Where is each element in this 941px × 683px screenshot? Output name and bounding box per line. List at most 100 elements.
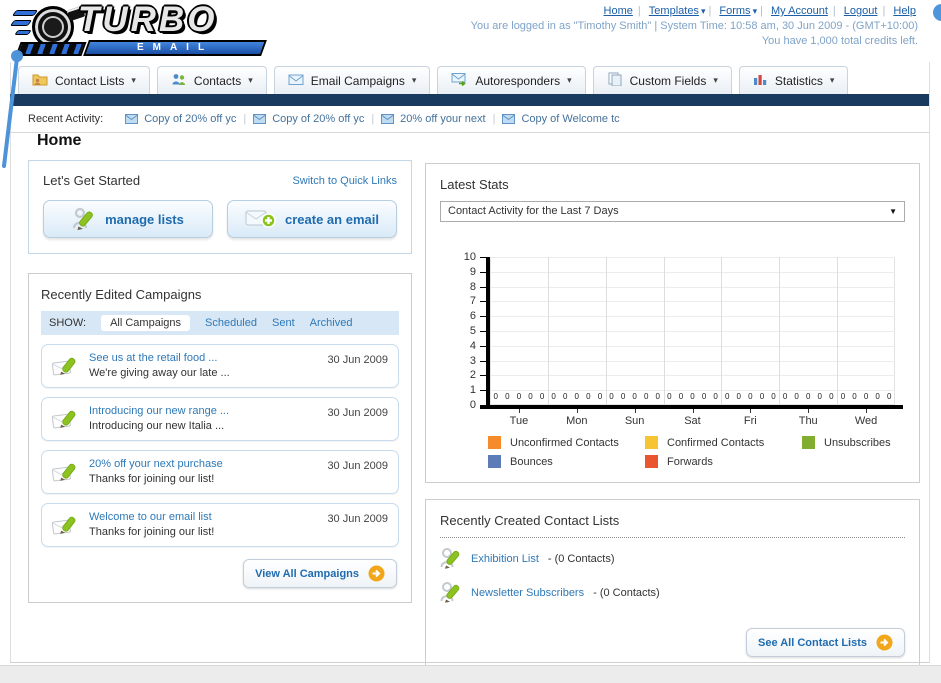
- chart-value-label: 0: [574, 392, 579, 401]
- chart-gridline: [837, 257, 839, 405]
- chart-y-tick: [480, 301, 486, 303]
- person-pencil-icon: [440, 548, 460, 569]
- chart-value-label: 0: [852, 392, 857, 401]
- campaign-link[interactable]: See us at the retail food ...: [89, 351, 230, 366]
- chart-gridline: [490, 271, 895, 273]
- nav-separator: |: [637, 5, 641, 17]
- top-nav-my-account[interactable]: My Account: [771, 5, 828, 17]
- chart-y-tick: [480, 331, 486, 332]
- tab-contacts[interactable]: Contacts ▾: [156, 66, 267, 94]
- top-nav-help[interactable]: Help: [893, 5, 916, 17]
- campaign-row[interactable]: See us at the retail food ... We're givi…: [41, 344, 399, 388]
- chevron-down-icon: ▾: [411, 75, 417, 85]
- chart-value-label: 0: [655, 392, 660, 401]
- recent-activity-link[interactable]: Copy of Welcome tc: [502, 113, 620, 125]
- chevron-down-icon: ▾: [567, 75, 572, 85]
- chevron-down-icon: ▾: [248, 75, 253, 85]
- tab-email-campaigns[interactable]: Email Campaigns ▾: [273, 66, 431, 94]
- see-all-contact-lists-button[interactable]: See All Contact Lists: [745, 628, 905, 657]
- chart-value-label: 0: [736, 392, 741, 401]
- view-all-campaigns-label: View All Campaigns: [255, 567, 359, 580]
- logo-title: TURBO: [78, 0, 218, 39]
- view-all-campaigns-button[interactable]: View All Campaigns: [243, 559, 397, 588]
- app-logo: TURBO EMAIL: [9, 0, 280, 60]
- campaign-link[interactable]: 20% off your next purchase: [89, 457, 223, 472]
- chart-y-tick: [480, 360, 486, 362]
- chart-gridline: [490, 345, 895, 347]
- contact-list-item: Exhibition List - (0 Contacts): [440, 546, 905, 572]
- person-pencil-icon: [440, 582, 460, 603]
- recent-activity-link[interactable]: Copy of 20% off yc: [253, 113, 364, 125]
- chart-y-tick-label: 7: [469, 295, 476, 308]
- chart-y-tick-label: 3: [469, 354, 476, 367]
- dropdown-caret-icon: ▾: [752, 6, 758, 16]
- campaign-date: 30 Jun 2009: [327, 460, 388, 472]
- get-started-title: Let's Get Started: [43, 173, 141, 188]
- chart-value-label: 0: [609, 392, 614, 401]
- campaign-link[interactable]: Introducing our new range ...: [89, 404, 229, 419]
- chart-x-tick: [866, 409, 868, 413]
- chart-value-label: 0: [528, 392, 533, 401]
- top-nav-home[interactable]: Home: [604, 5, 633, 17]
- logo-flame-decoration: [14, 30, 32, 35]
- contact-list-link[interactable]: Newsletter Subscribers: [471, 587, 584, 599]
- filter-sent[interactable]: Sent: [272, 317, 295, 329]
- top-nav-forms[interactable]: Forms: [719, 5, 750, 17]
- arrow-right-icon: [876, 634, 893, 651]
- recent-activity-bar: Recent Activity: Copy of 20% off yc | Co…: [10, 106, 930, 133]
- nav-separator: |: [760, 5, 763, 17]
- stats-period-select[interactable]: Contact Activity for the Last 7 Days ▼: [440, 201, 905, 222]
- filter-scheduled[interactable]: Scheduled: [205, 317, 257, 329]
- chart-y-tick-label: 6: [469, 310, 476, 323]
- tab-statistics[interactable]: Statistics ▾: [738, 66, 849, 94]
- create-email-button[interactable]: create an email: [227, 200, 397, 238]
- recent-activity-link[interactable]: Copy of 20% off yc: [125, 113, 236, 125]
- top-nav-logout[interactable]: Logout: [844, 5, 878, 17]
- legend-item: Confirmed Contacts: [645, 436, 802, 449]
- chart-value-label: 0: [794, 392, 799, 401]
- legend-label: Unconfirmed Contacts: [510, 436, 619, 449]
- top-right-area: Home | Templates ▾ | Forms ▾ | My Account | Lo…: [471, 5, 918, 47]
- chart-y-tick: [480, 316, 486, 318]
- campaign-row[interactable]: 20% off your next purchase Thanks for jo…: [41, 450, 399, 494]
- legend-label: Bounces: [510, 455, 553, 468]
- chart-value-label: 0: [667, 392, 672, 401]
- select-caret-icon: ▼: [889, 207, 897, 216]
- recent-activity-link[interactable]: 20% off your next: [381, 113, 486, 125]
- corner-dot-decoration: [933, 4, 941, 21]
- legend-item: Bounces: [488, 455, 645, 468]
- legend-swatch: [645, 455, 658, 468]
- tab-autoresponders[interactable]: Autoresponders ▾: [437, 66, 586, 94]
- chevron-down-icon: ▾: [131, 75, 136, 85]
- campaign-date: 30 Jun 2009: [327, 407, 388, 419]
- tab-custom-fields[interactable]: Custom Fields ▾: [592, 66, 732, 94]
- campaign-row[interactable]: Introducing our new range ... Introducin…: [41, 397, 399, 441]
- contact-list-link[interactable]: Exhibition List: [471, 553, 539, 565]
- legend-label: Forwards: [667, 455, 713, 468]
- logo-flame-decoration: [9, 20, 33, 26]
- campaign-row[interactable]: Welcome to our email list Thanks for joi…: [41, 503, 399, 547]
- filter-archived[interactable]: Archived: [310, 317, 353, 329]
- container-bottom-border: [10, 662, 930, 663]
- chart-x-tick: [634, 409, 636, 413]
- switch-quick-links-link[interactable]: Switch to Quick Links: [292, 175, 397, 187]
- chart-x-tick-label: Mon: [566, 415, 588, 427]
- show-label: SHOW:: [49, 317, 87, 329]
- filter-all-campaigns[interactable]: All Campaigns: [101, 315, 190, 331]
- chart-y-tick: [480, 390, 486, 392]
- top-bar: TURBO EMAIL Home | Templates ▾ | Forms ▾ | My…: [9, 0, 930, 64]
- logo-antenna-decoration: [2, 50, 23, 168]
- top-nav: Home | Templates ▾ | Forms ▾ | My Account | Lo…: [471, 5, 918, 17]
- envelope-icon: [253, 114, 267, 124]
- chart-value-label: 0: [562, 392, 568, 401]
- chart-y-tick: [480, 286, 486, 288]
- tab-contact-lists[interactable]: Contact Lists ▾: [18, 66, 150, 94]
- manage-lists-button[interactable]: manage lists: [43, 200, 213, 238]
- top-nav-templates[interactable]: Templates: [649, 5, 699, 17]
- folder-user-icon: [32, 72, 48, 89]
- campaign-link[interactable]: Welcome to our email list: [89, 510, 214, 525]
- chart-x-tick: [576, 409, 578, 413]
- chart-value-label: 0: [632, 392, 637, 401]
- chart-value-label: 0: [771, 392, 776, 401]
- chart-y-tick: [480, 405, 486, 406]
